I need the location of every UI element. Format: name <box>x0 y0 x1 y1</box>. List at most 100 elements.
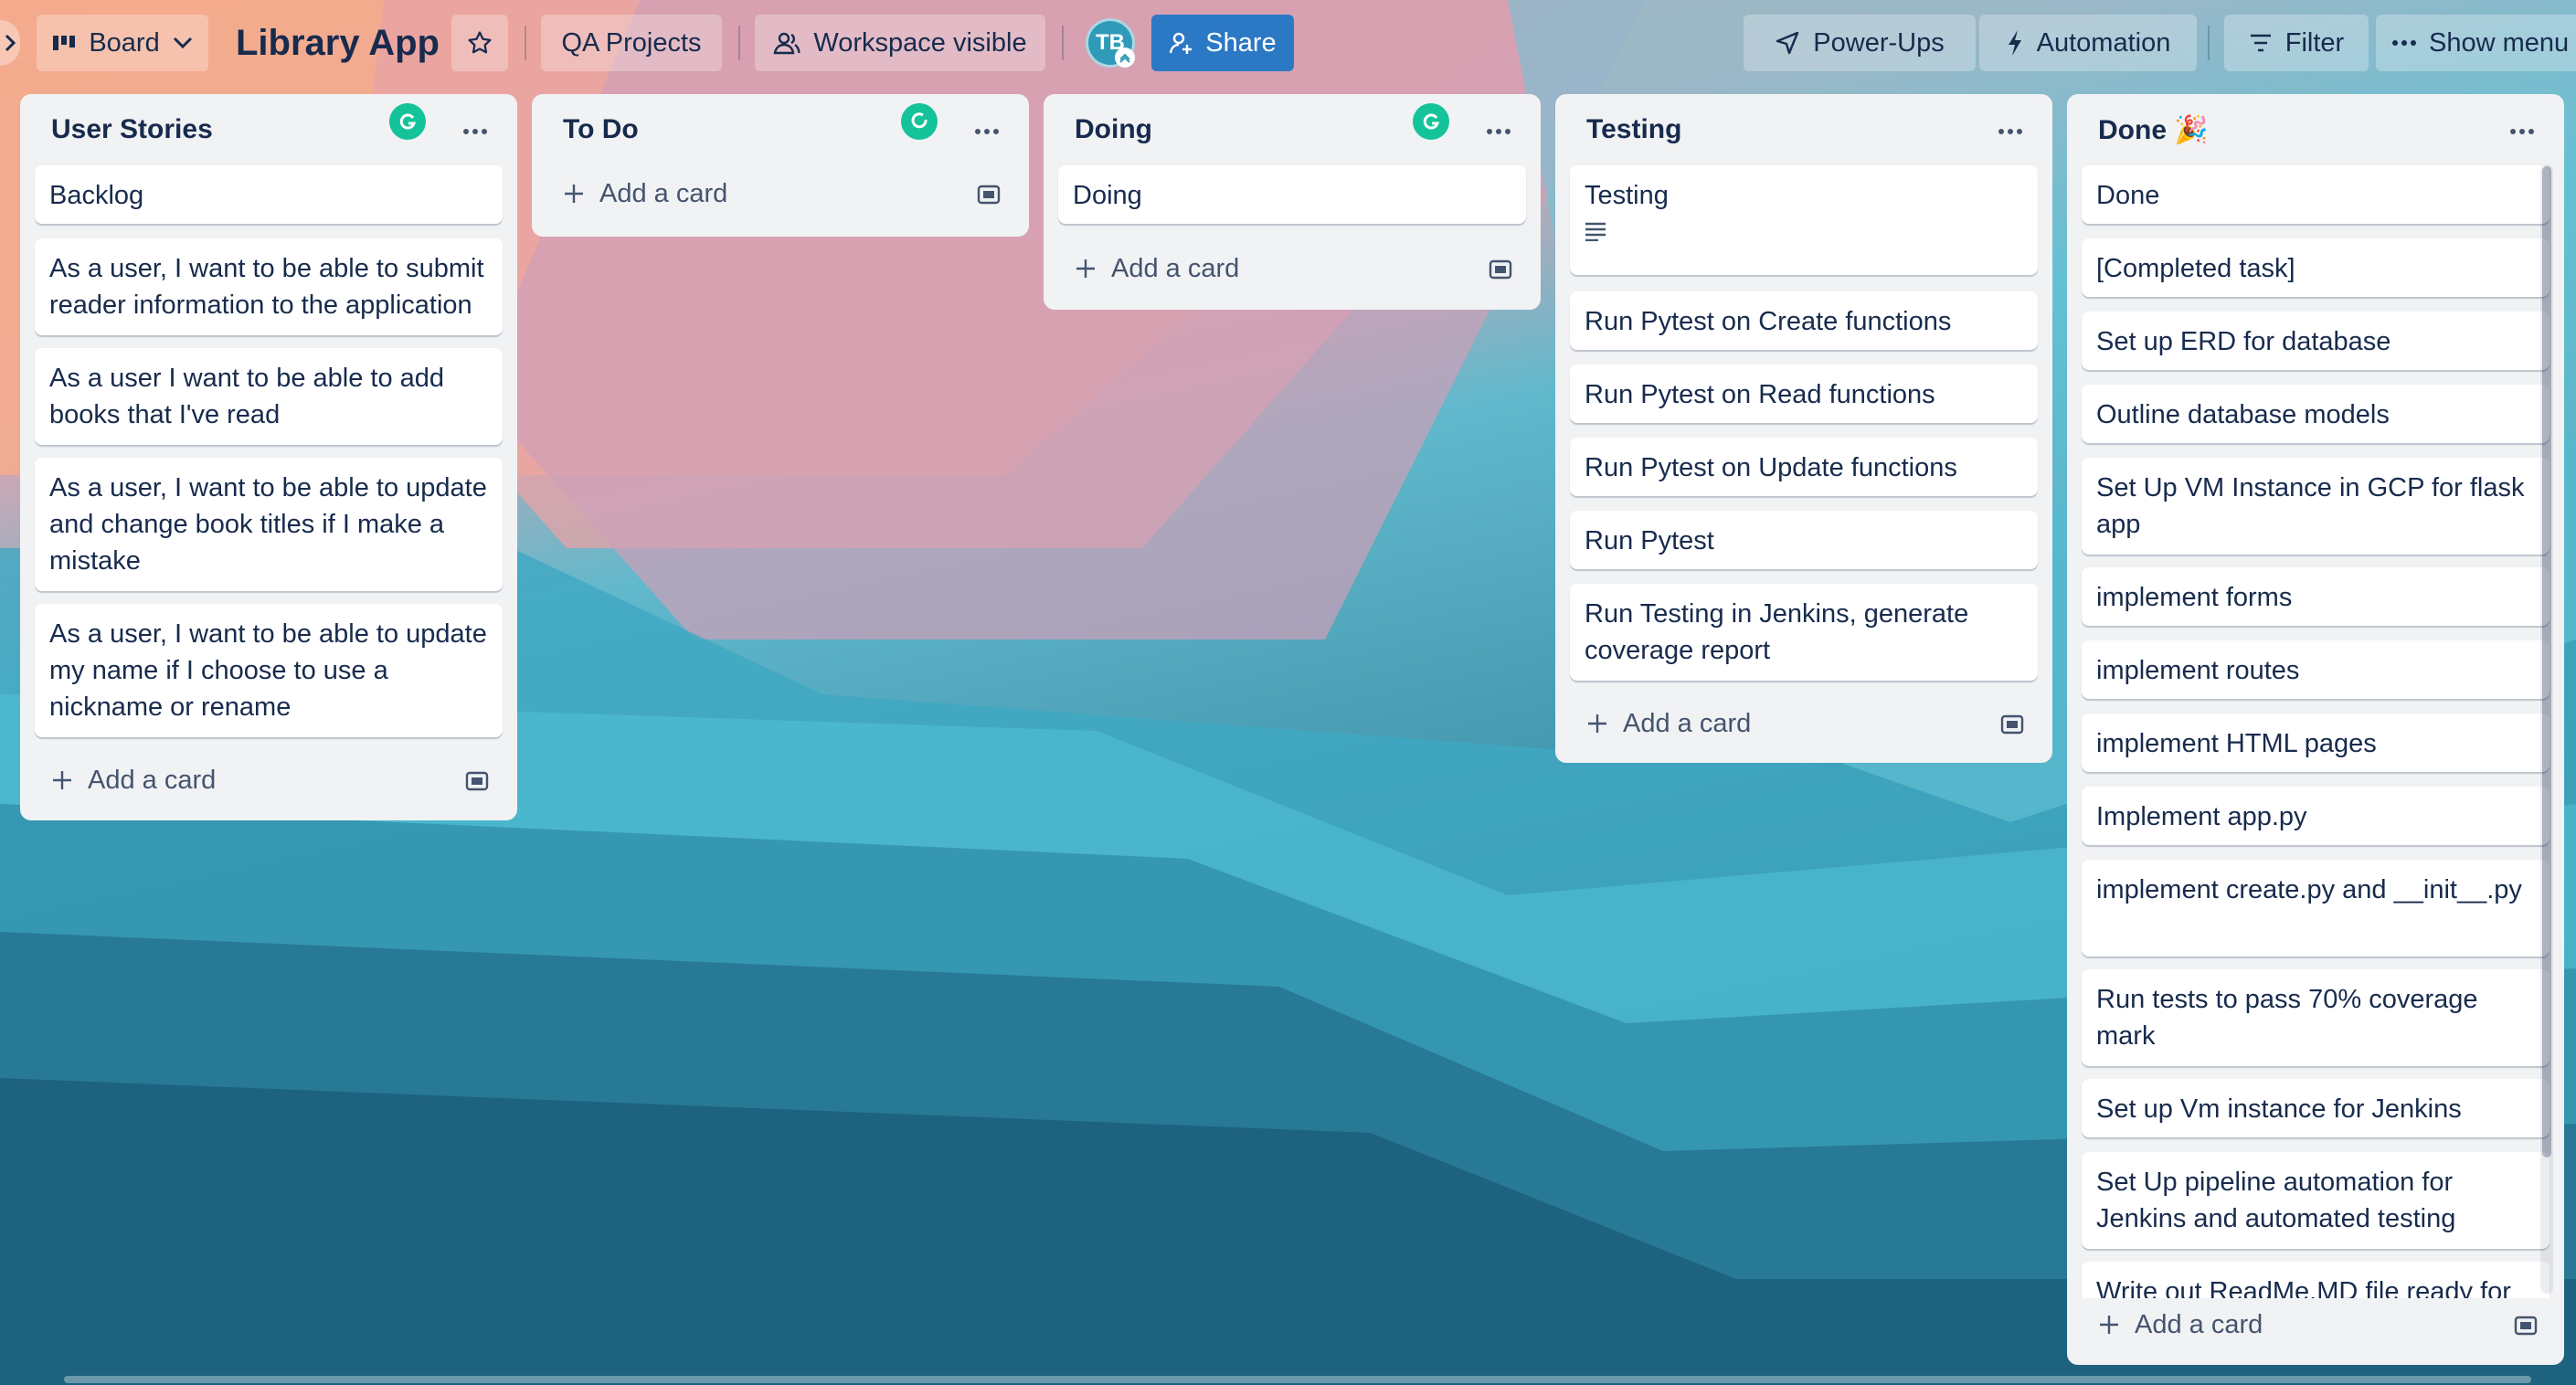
add-card-button[interactable]: Add a card <box>51 756 216 805</box>
card-title: Testing <box>1585 181 1669 210</box>
card[interactable]: As a user, I want to be able to update a… <box>35 458 503 591</box>
list-title[interactable]: User Stories <box>51 114 213 145</box>
share-button[interactable]: Share <box>1151 15 1294 71</box>
board-horizontal-scrollbar[interactable] <box>64 1376 2531 1383</box>
card-template-icon[interactable] <box>976 182 1002 207</box>
list-to-do: To Do Add a card <box>532 94 1029 237</box>
card[interactable]: Run tests to pass 70% coverage mark <box>2082 969 2549 1066</box>
list-menu-button[interactable] <box>1480 118 1517 145</box>
card-template-icon[interactable] <box>2513 1313 2539 1338</box>
list-menu-button[interactable] <box>2504 118 2540 145</box>
list-header: Doing <box>1044 94 1541 167</box>
list-done: Done 🎉 Done [Completed task] Set up ERD … <box>2067 94 2564 1365</box>
card[interactable]: Run Testing in Jenkins, generate coverag… <box>1570 584 2038 681</box>
filter-icon <box>2250 34 2271 52</box>
card[interactable]: Outline database models <box>2082 385 2549 443</box>
list-doing: Doing Doing Add a card <box>1044 94 1541 310</box>
card[interactable]: Write out ReadMe.MD file ready for <box>2082 1262 2549 1298</box>
plus-icon <box>2100 1316 2118 1334</box>
visibility-label: Workspace visible <box>813 27 1027 58</box>
automation-button[interactable]: Automation <box>1979 15 2197 71</box>
list-header: Done 🎉 <box>2067 94 2564 167</box>
card-list-scroll-area[interactable]: Done [Completed task] Set up ERD for dat… <box>2067 165 2564 1298</box>
add-card-label: Add a card <box>599 178 728 208</box>
list-testing: Testing Testing Run Pytest on Create fun… <box>1555 94 2052 763</box>
add-card-button[interactable]: Add a card <box>1075 244 1239 293</box>
grammarly-icon <box>389 103 426 140</box>
add-card-label: Add a card <box>1623 708 1752 738</box>
card[interactable]: implement create.py and __init__.py <box>2082 860 2549 957</box>
card[interactable]: As a user, I want to be able to update m… <box>35 604 503 737</box>
list-menu-button[interactable] <box>969 118 1005 145</box>
list-menu-button[interactable] <box>1992 118 2029 145</box>
list-title[interactable]: Done 🎉 <box>2098 114 2209 146</box>
show-menu-label: Show menu <box>2429 27 2570 58</box>
card[interactable]: Backlog <box>35 165 503 224</box>
show-menu-button[interactable]: Show menu <box>2376 15 2576 71</box>
plus-icon <box>1076 259 1095 278</box>
filter-button[interactable]: Filter <box>2224 15 2369 71</box>
list-header: User Stories <box>20 94 517 167</box>
power-ups-label: Power-Ups <box>1813 27 1945 58</box>
list-title[interactable]: Doing <box>1075 114 1152 145</box>
card[interactable]: Implement app.py <box>2082 787 2549 845</box>
list-menu-button[interactable] <box>457 118 493 145</box>
add-card-button[interactable]: Add a card <box>1586 699 1751 748</box>
board-title[interactable]: Library App <box>236 16 440 69</box>
card[interactable]: As a user I want to be able to add books… <box>35 348 503 445</box>
star-board-button[interactable] <box>451 15 508 71</box>
workspace-button[interactable]: QA Projects <box>541 15 722 71</box>
card[interactable]: Set up Vm instance for Jenkins <box>2082 1079 2549 1137</box>
list-header: Testing <box>1555 94 2052 167</box>
card-template-icon[interactable] <box>1999 712 2025 737</box>
admin-badge-icon <box>1115 48 1135 68</box>
list-header: To Do <box>532 94 1029 167</box>
add-card-label: Add a card <box>2135 1309 2263 1339</box>
add-card-label: Add a card <box>1111 253 1240 283</box>
add-card-button[interactable]: Add a card <box>563 169 727 218</box>
share-label: Share <box>1205 27 1277 58</box>
description-icon <box>1585 222 1606 242</box>
card[interactable]: [Completed task] <box>2082 238 2549 297</box>
card[interactable]: Run Pytest <box>1570 511 2038 569</box>
header-divider <box>738 26 740 60</box>
list-user-stories: User Stories Backlog As a user, I want t… <box>20 94 517 820</box>
card[interactable]: Doing <box>1058 165 1526 224</box>
automation-label: Automation <box>2036 27 2171 58</box>
card[interactable]: Set up ERD for database <box>2082 312 2549 370</box>
header-divider <box>525 26 526 60</box>
card[interactable]: Done <box>2082 165 2549 224</box>
star-icon <box>468 31 492 54</box>
list-scrollbar-thumb[interactable] <box>2542 166 2551 1158</box>
board-view-switcher[interactable]: Board <box>37 15 208 71</box>
people-icon <box>773 32 801 55</box>
chevron-down-icon <box>173 37 192 49</box>
card-template-icon[interactable] <box>1488 257 1513 282</box>
plus-icon <box>1588 714 1606 733</box>
rocket-icon <box>1776 31 1799 55</box>
grammarly-icon <box>901 103 938 140</box>
card[interactable]: implement forms <box>2082 567 2549 626</box>
card[interactable]: Run Pytest on Create functions <box>1570 291 2038 350</box>
list-title[interactable]: To Do <box>563 114 639 145</box>
view-label: Board <box>89 27 160 58</box>
filter-label: Filter <box>2284 27 2345 58</box>
power-ups-button[interactable]: Power-Ups <box>1744 15 1976 71</box>
card[interactable]: implement routes <box>2082 640 2549 699</box>
add-card-button[interactable]: Add a card <box>2098 1300 2263 1349</box>
card[interactable]: Testing <box>1570 165 2038 275</box>
card[interactable]: implement HTML pages <box>2082 714 2549 772</box>
card-template-icon[interactable] <box>464 768 490 794</box>
grammarly-icon <box>1413 103 1449 140</box>
card[interactable]: Run Pytest on Read functions <box>1570 365 2038 423</box>
add-card-label: Add a card <box>88 765 217 795</box>
visibility-button[interactable]: Workspace visible <box>755 15 1045 71</box>
card[interactable]: Set Up pipeline automation for Jenkins a… <box>2082 1152 2549 1249</box>
plus-icon <box>53 771 71 789</box>
card[interactable]: As a user, I want to be able to submit r… <box>35 238 503 335</box>
header-divider <box>1062 26 1064 60</box>
sidebar-expand-button[interactable] <box>0 20 20 66</box>
card[interactable]: Run Pytest on Update functions <box>1570 438 2038 496</box>
list-title[interactable]: Testing <box>1586 114 1681 145</box>
card[interactable]: Set Up VM Instance in GCP for flask app <box>2082 458 2549 555</box>
